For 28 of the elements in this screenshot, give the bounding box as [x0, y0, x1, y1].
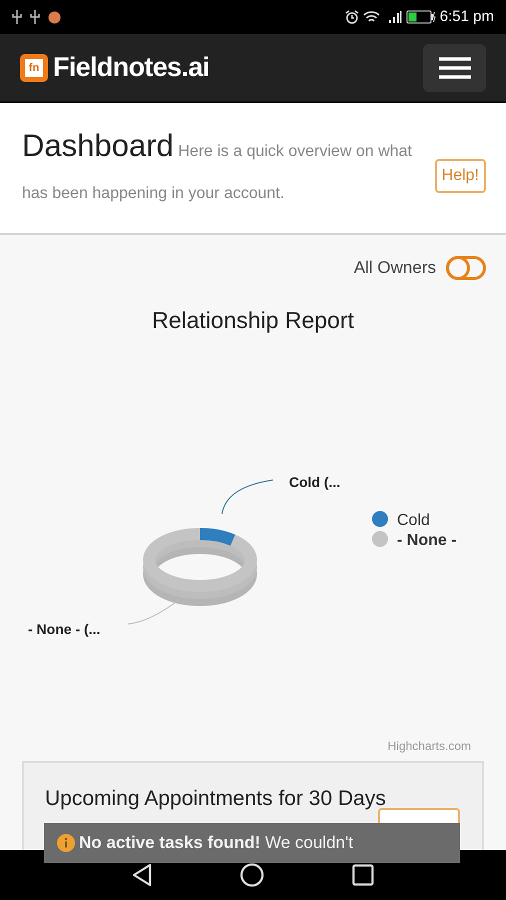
- info-icon: [57, 834, 75, 852]
- legend-label[interactable]: - None -: [397, 532, 457, 549]
- owner-toggle[interactable]: [446, 256, 486, 280]
- logo-icon: fn: [20, 54, 48, 82]
- card-title: Upcoming Appointments for 30 Days: [45, 786, 387, 812]
- report-title: Relationship Report: [150, 306, 355, 335]
- home-icon[interactable]: [240, 863, 264, 887]
- status-time: 6:51 pm: [440, 6, 494, 27]
- legend-label[interactable]: Cold: [397, 512, 430, 529]
- app-notification-icon: [48, 10, 61, 24]
- data-label: - None - (...: [28, 621, 100, 637]
- signal-icon: [388, 10, 402, 24]
- menu-icon: [438, 56, 470, 78]
- battery-icon: [406, 10, 436, 24]
- leader-line: [222, 480, 274, 514]
- data-label: Cold (...: [289, 474, 340, 490]
- wifi-icon: [362, 10, 380, 24]
- brand-name[interactable]: Fieldnotes.ai: [53, 47, 210, 88]
- usb-icon: [12, 10, 22, 24]
- owner-filter-label: All Owners: [354, 257, 436, 279]
- alarm-icon: [344, 10, 359, 24]
- leader-line: [128, 598, 180, 624]
- page-header-text: Dashboard Here is a quick overview on what has been happening in your account.: [22, 127, 413, 204]
- recents-icon[interactable]: [352, 864, 374, 886]
- usb-icon: [30, 10, 40, 24]
- menu-button[interactable]: [423, 44, 486, 92]
- toast-text: No active tasks found! We couldn't: [79, 832, 354, 854]
- back-icon[interactable]: [132, 863, 152, 887]
